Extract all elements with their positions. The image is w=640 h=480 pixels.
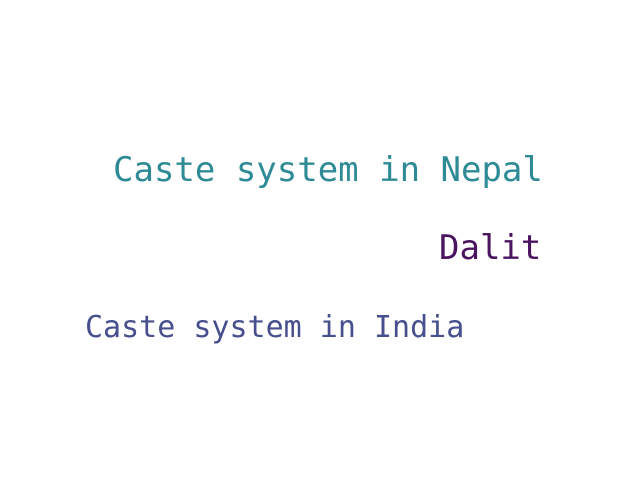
word-caste-system-in-india: Caste system in India (85, 310, 465, 345)
word-dalit: Dalit (439, 228, 542, 268)
word-cloud-canvas: { "words": [ { "text": "Caste system in … (0, 0, 640, 480)
word-caste-system-in-nepal: Caste system in Nepal (113, 150, 543, 190)
